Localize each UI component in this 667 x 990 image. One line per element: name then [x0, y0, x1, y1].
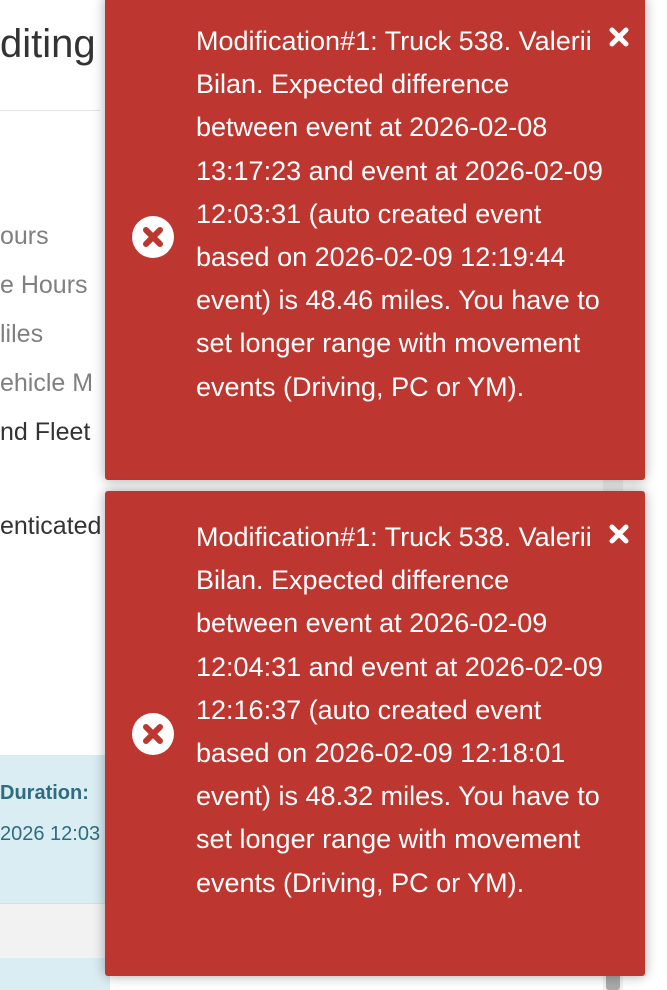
menu-item-hours[interactable]: ours	[0, 222, 49, 251]
duration-value: 2026 12:03	[0, 823, 101, 845]
error-toast[interactable]: Modification#1: Truck 538. Valerii Bilan…	[105, 491, 645, 976]
menu-item-miles[interactable]: liles	[0, 320, 43, 349]
title-divider	[0, 110, 100, 111]
close-icon[interactable]	[608, 523, 630, 545]
table-row	[0, 958, 110, 990]
toast-message: Modification#1: Truck 538. Valerii Bilan…	[196, 26, 603, 402]
error-circle-x-icon	[132, 216, 174, 258]
close-icon[interactable]	[608, 26, 630, 48]
error-circle-x-icon	[132, 713, 174, 755]
toast-message: Modification#1: Truck 538. Valerii Bilan…	[196, 522, 603, 898]
menu-item-fleet[interactable]: nd Fleet	[0, 418, 90, 447]
menu-item-service-hours[interactable]: e Hours	[0, 271, 88, 300]
duration-label: Duration:	[0, 782, 89, 804]
error-toast[interactable]: Modification#1: Truck 538. Valerii Bilan…	[105, 0, 645, 480]
page: diting T ours e Hours liles ehicle M nd …	[0, 0, 667, 990]
menu-item-authenticated: enticated	[0, 512, 102, 540]
menu-item-vehicle[interactable]: ehicle M	[0, 369, 93, 398]
table-row	[0, 903, 110, 959]
